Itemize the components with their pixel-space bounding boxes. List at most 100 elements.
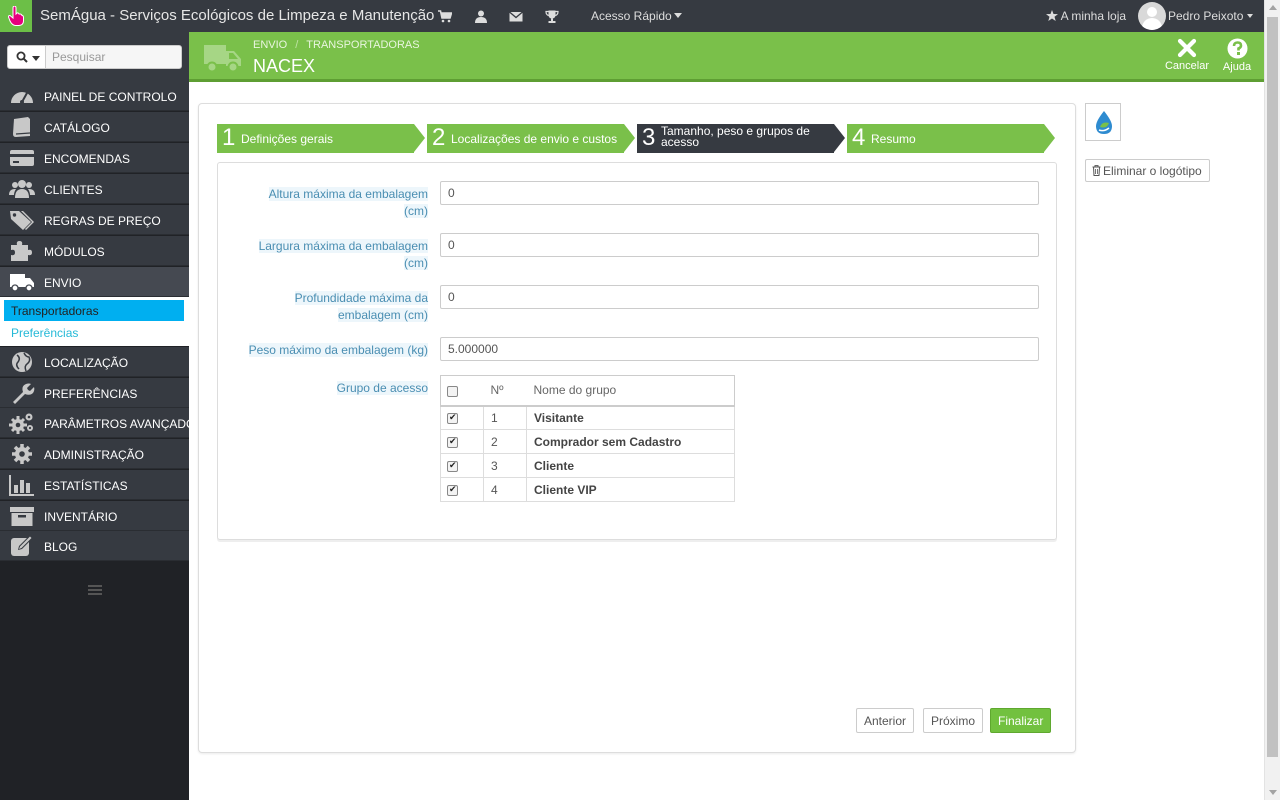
sidebar-item-label: ESTATÍSTICAS <box>44 479 128 493</box>
help-button[interactable]: Ajuda <box>1213 38 1261 78</box>
star-icon <box>1046 10 1058 21</box>
shop-title[interactable]: SemÁgua - Serviços Ecológicos de Limpeza… <box>40 7 434 24</box>
sidebar-item-label: ADMINISTRAÇÃO <box>44 448 145 462</box>
max-weight-label: Peso máximo da embalagem (kg) <box>248 343 428 357</box>
breadcrumb: ENVIO / TRANSPORTADORAS <box>253 39 420 51</box>
sidebar-item-customers[interactable]: CLIENTES <box>0 174 189 204</box>
sidebar-item-label: LOCALIZAÇÃO <box>44 356 129 370</box>
sidebar-item-dashboard[interactable]: PAINEL DE CONTROLO <box>0 81 189 111</box>
sidebar-item-modules[interactable]: MÓDULOS <box>0 236 189 266</box>
cog-icon <box>12 444 32 464</box>
edit-icon <box>11 536 32 556</box>
select-all-checkbox[interactable] <box>447 385 458 397</box>
breadcrumb-item-shipping[interactable]: ENVIO <box>253 39 287 51</box>
trash-icon <box>1092 164 1101 176</box>
sidebar-item-blog[interactable]: BLOG <box>0 531 189 561</box>
checkbox-cell <box>440 429 484 454</box>
collapse-menu-icon[interactable] <box>88 585 102 595</box>
finish-button[interactable]: Finalizar <box>990 708 1052 733</box>
scroll-thumb[interactable] <box>1267 17 1278 757</box>
chevron-down-icon <box>673 13 682 18</box>
my-shop-label: A minha loja <box>1060 9 1127 23</box>
max-width-input[interactable] <box>440 233 1039 257</box>
sidebar-item-localization[interactable]: LOCALIZAÇÃO <box>0 347 189 377</box>
envelope-icon[interactable] <box>509 10 523 23</box>
group-checkbox[interactable] <box>447 484 458 496</box>
checkbox-cell <box>440 453 484 478</box>
sidebar-item-label: BLOG <box>44 540 78 554</box>
max-weight-input[interactable] <box>440 337 1039 361</box>
cancel-label: Cancelar <box>1164 60 1210 72</box>
scroll-up-arrow[interactable] <box>1269 5 1277 10</box>
max-depth-input[interactable] <box>440 285 1039 309</box>
sidebar-item-label: CATÁLOGO <box>44 121 110 135</box>
sidebar-item-label: PARÂMETROS AVANÇADOS <box>44 417 204 431</box>
sidebar-item-price-rules[interactable]: REGRAS DE PREÇO <box>0 205 189 235</box>
search-icon <box>16 51 28 63</box>
column-header-id: Nº <box>483 375 527 407</box>
sidebar-item-shipping[interactable]: ENVIO <box>0 267 189 297</box>
size-weight-form: Altura máxima da embalagem (cm) Largura … <box>217 162 1057 540</box>
search-type-button[interactable] <box>7 45 46 69</box>
max-height-label: Altura máxima da embalagem (cm) <box>268 187 428 218</box>
credit-card-icon <box>10 150 34 166</box>
sidebar-item-label: PREFERÊNCIAS <box>44 387 138 401</box>
chevron-down-icon <box>1247 14 1254 18</box>
step-label: Definições gerais <box>241 132 334 146</box>
previous-button[interactable]: Anterior <box>856 708 915 733</box>
page-header: ENVIO / TRANSPORTADORAS NACEX Cancelar Aju… <box>189 32 1264 82</box>
search-bar <box>0 32 189 81</box>
quick-access-dropdown[interactable]: Acesso Rápido <box>591 9 682 23</box>
search-input[interactable] <box>45 45 182 69</box>
sidebar-item-stats[interactable]: ESTATÍSTICAS <box>0 470 189 500</box>
max-width-label: Largura máxima da embalagem (cm) <box>258 239 428 270</box>
top-bar: SemÁgua - Serviços Ecológicos de Limpeza… <box>0 0 1264 32</box>
cancel-button[interactable]: Cancelar <box>1163 38 1211 78</box>
checkbox-cell <box>440 405 484 430</box>
delete-logo-button[interactable]: Eliminar o logótipo <box>1085 159 1210 182</box>
select-all-cell <box>440 375 484 407</box>
scroll-down-arrow[interactable] <box>1269 790 1277 795</box>
sidebar-item-catalog[interactable]: CATÁLOGO <box>0 112 189 142</box>
group-name: Cliente VIP <box>526 477 735 502</box>
shipping-submenu: Transportadoras Preferências <box>0 297 189 346</box>
group-checkbox[interactable] <box>447 436 458 448</box>
group-checkbox[interactable] <box>447 412 458 425</box>
access-group-label: Grupo de acesso <box>336 381 428 395</box>
sidebar-item-administration[interactable]: ADMINISTRAÇÃO <box>0 439 189 469</box>
sidebar-item-inventory[interactable]: INVENTÁRIO <box>0 501 189 531</box>
carrier-wizard-panel: 1 Definições gerais 2 Localizações de en… <box>198 103 1076 753</box>
sidebar: PAINEL DE CONTROLO CATÁLOGO ENCOMENDAS C… <box>0 32 203 800</box>
user-icon[interactable] <box>474 10 488 23</box>
max-height-input[interactable] <box>440 181 1039 205</box>
globe-icon <box>12 352 32 372</box>
prestashop-logo[interactable] <box>0 0 32 32</box>
page-scrollbar[interactable] <box>1264 0 1280 800</box>
submenu-item-preferences[interactable]: Preferências <box>4 322 184 343</box>
cogs-icon <box>9 413 33 434</box>
sidebar-item-preferences[interactable]: PREFERÊNCIAS <box>0 378 189 408</box>
sidebar-item-orders[interactable]: ENCOMENDAS <box>0 143 189 173</box>
next-button[interactable]: Próximo <box>923 708 984 733</box>
avatar[interactable] <box>1138 2 1166 30</box>
step-label: Tamanho, peso e grupos de acesso <box>661 124 810 149</box>
chevron-down-icon <box>32 56 40 61</box>
user-name: Pedro Peixoto <box>1168 9 1244 23</box>
book-icon <box>13 117 31 137</box>
group-checkbox[interactable] <box>447 460 458 472</box>
sidebar-item-label: MÓDULOS <box>44 245 105 259</box>
user-menu[interactable]: Pedro Peixoto <box>1168 9 1254 23</box>
step-number: 1 <box>222 124 236 151</box>
sidebar-item-label: INVENTÁRIO <box>44 510 118 524</box>
hand-pointer-icon <box>8 6 24 26</box>
trophy-icon[interactable] <box>545 10 559 23</box>
truck-icon <box>204 45 241 73</box>
my-shop-link[interactable]: A minha loja <box>1046 9 1126 23</box>
sidebar-item-advanced-parameters[interactable]: PARÂMETROS AVANÇADOS <box>0 408 203 438</box>
carrier-logo <box>1085 103 1121 141</box>
breadcrumb-item-carriers[interactable]: TRANSPORTADORAS <box>306 39 419 51</box>
quick-access-label: Acesso Rápido <box>591 9 672 23</box>
submenu-item-carriers[interactable]: Transportadoras <box>4 300 184 321</box>
cart-icon[interactable] <box>438 10 452 23</box>
table-row: 3 Cliente <box>440 453 735 478</box>
